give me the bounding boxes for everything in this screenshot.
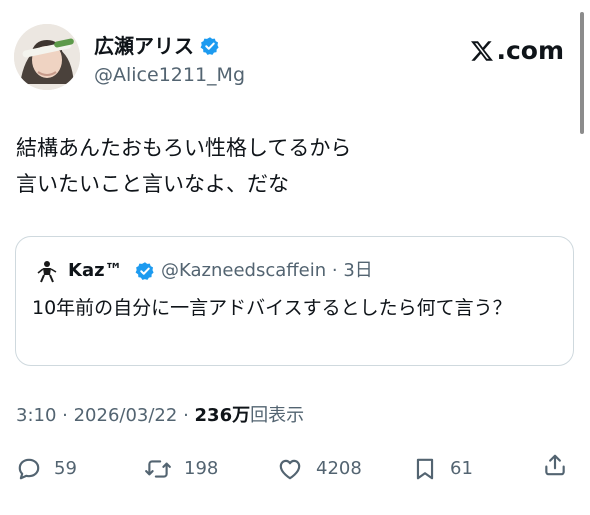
repost-icon [145,460,171,478]
author-handle[interactable]: @Alice1211_Mg [94,64,245,86]
author-name-text: 広瀬アリス [94,34,194,58]
author-name[interactable]: 広瀬アリス [94,34,220,58]
quoted-author-avatar[interactable] [36,259,58,283]
quoted-author-name[interactable]: Kaz™ [68,259,123,283]
reply-count: 59 [54,458,77,479]
like-count: 4208 [316,458,362,479]
views-unit: 万 [232,405,251,426]
reply-button[interactable]: 59 [16,452,77,486]
views-number: 236 [194,405,233,426]
x-logo-icon [471,41,494,61]
site-logo: .com [470,36,564,66]
quoted-handle-time[interactable]: @Kazneedscaffein · 3日 [161,259,373,283]
verified-badge-icon [200,37,219,55]
heart-icon [279,459,301,480]
action-bar: 59 198 4208 61 [16,452,576,486]
tweet-text: 結構あんたおもろい性格してるから 言いたいこと言いなよ、だな [16,136,352,196]
quoted-tweet-text: 10年前の自分に一言アドバイスするとしたら何て言う？ [32,297,512,319]
reply-icon [18,458,40,480]
views-count: 236万 [195,405,251,426]
views-label: 回表示 [250,405,305,426]
bookmark-button[interactable]: 61 [412,452,473,486]
quoted-time: 3日 [343,260,373,281]
tweet-time[interactable]: 3:10 [16,405,56,426]
tweet-date[interactable]: 2026/03/22 [74,405,178,426]
quoted-verified-badge-icon [135,262,154,280]
avatar-photo [14,24,80,90]
author-avatar[interactable] [14,24,80,90]
tweet-meta: 3:10 · 2026/03/22 · 236万回表示 [16,404,304,428]
quoted-separator: · [326,260,344,281]
scrollbar[interactable] [580,12,584,134]
repost-count: 198 [184,458,219,479]
bookmark-icon [416,458,434,480]
repost-button[interactable]: 198 [144,452,218,486]
share-icon [545,454,565,476]
quoted-handle: @Kazneedscaffein [161,260,327,281]
meta-separator-2: · [177,405,195,426]
like-button[interactable]: 4208 [276,452,362,486]
quoted-tweet[interactable]: Kaz™ @Kazneedscaffein · 3日 10年前の自分に一言アドバ… [15,236,574,366]
meta-separator: · [56,405,74,426]
logo-text: .com [496,36,564,65]
bookmark-count: 61 [450,458,473,479]
share-button[interactable] [542,452,580,478]
